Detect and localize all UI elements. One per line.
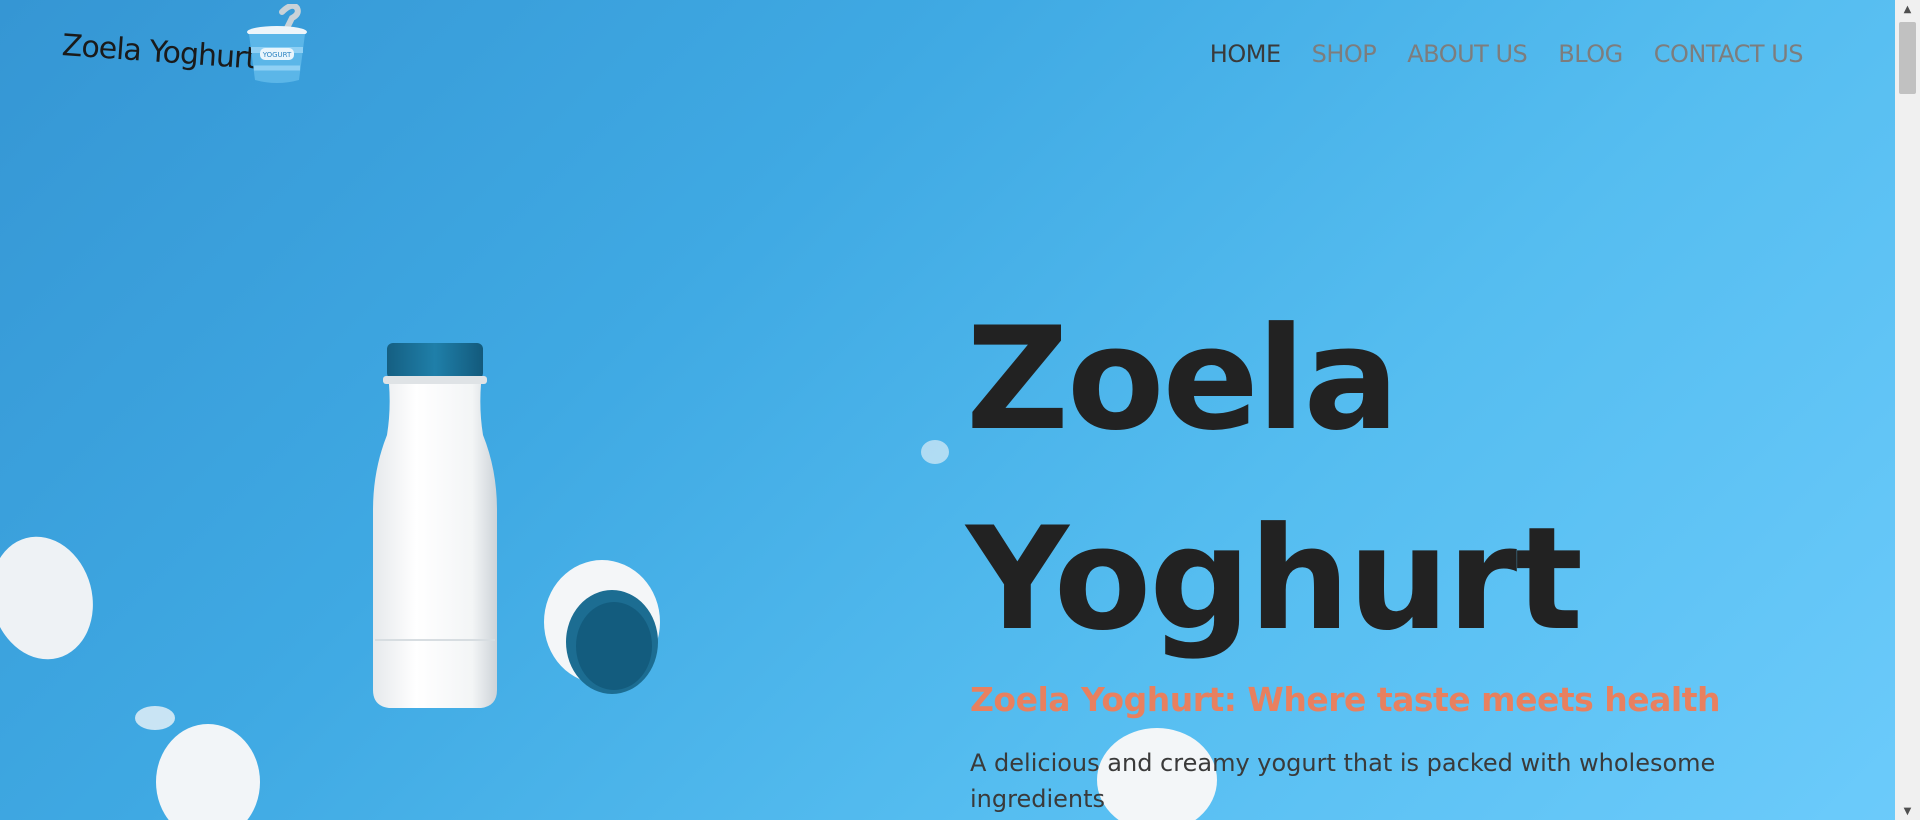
yogurt-cup-icon: YOGURT [247, 4, 307, 83]
hero-tagline: Zoela Yoghurt: Where taste meets health [970, 680, 1720, 719]
nav-about-us[interactable]: ABOUT US [1407, 40, 1528, 68]
hero-description: A delicious and creamy yogurt that is pa… [970, 749, 1716, 813]
nav-blog[interactable]: BLOG [1558, 40, 1623, 68]
yogurt-splash-left [0, 536, 93, 660]
milk-bottle-image [373, 343, 497, 708]
logo-text: Zoela Yoghurt [60, 28, 258, 77]
hero-title-line-2: Yoghurt [966, 497, 1583, 662]
scroll-up-arrow-icon[interactable]: ▲ [1895, 0, 1920, 18]
hero-section: Zoela Yoghurt YOGURT HOME SHOP ABOUT US … [0, 0, 1895, 820]
site-logo[interactable]: Zoela Yoghurt YOGURT [60, 4, 312, 86]
scroll-down-arrow-icon[interactable]: ▼ [1895, 802, 1920, 820]
scrollbar-thumb[interactable] [1899, 22, 1916, 94]
nav-home[interactable]: HOME [1210, 40, 1281, 68]
hero-title: Zoela Yoghurt [966, 280, 1583, 680]
hero-title-line-1: Zoela [966, 297, 1399, 462]
main-nav: HOME SHOP ABOUT US BLOG CONTACT US [1210, 40, 1804, 68]
bottle-cap-image [544, 560, 660, 694]
yogurt-drop-tiny [921, 440, 949, 464]
page-scrollbar[interactable]: ▲ ▼ [1895, 0, 1920, 820]
nav-shop[interactable]: SHOP [1312, 40, 1377, 68]
yogurt-drop-small [135, 706, 175, 730]
nav-contact-us[interactable]: CONTACT US [1654, 40, 1804, 68]
svg-text:YOGURT: YOGURT [262, 51, 292, 59]
